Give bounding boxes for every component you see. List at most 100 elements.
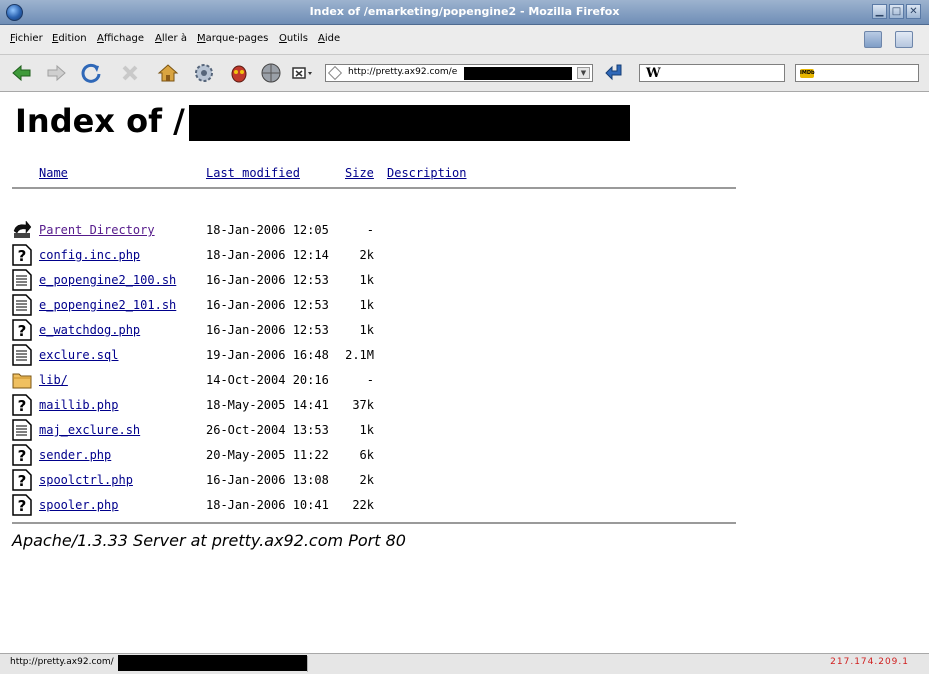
table-row: e_popengine2_101.sh 16-Jan-2006 12:53 1k — [12, 294, 732, 323]
column-description-link[interactable]: Description — [387, 166, 466, 180]
server-signature: Apache/1.3.33 Server at pretty.ax92.com … — [12, 531, 406, 550]
globe-icon[interactable] — [259, 61, 283, 85]
svg-text:?: ? — [18, 472, 27, 490]
unknown-file-icon[interactable]: ? — [12, 494, 32, 516]
menu-bar: Fichier Edition Affichage Aller à Marque… — [0, 25, 929, 55]
menu-fichier[interactable]: Fichier — [10, 33, 43, 44]
file-modified: 18-Jan-2006 12:05 — [206, 223, 329, 237]
svg-text:?: ? — [18, 497, 27, 515]
folder-icon[interactable] — [12, 369, 32, 391]
wikipedia-icon[interactable]: W — [646, 66, 661, 81]
go-arrow-icon[interactable] — [603, 61, 627, 85]
unknown-file-icon[interactable]: ? — [12, 319, 32, 341]
menu-aller-a[interactable]: Aller à — [155, 33, 187, 44]
file-modified: 18-Jan-2006 12:14 — [206, 248, 329, 262]
svg-text:?: ? — [18, 247, 27, 265]
url-bar[interactable]: http://pretty.ax92.com/e ▼ — [325, 64, 593, 82]
file-modified: 19-Jan-2006 16:48 — [206, 348, 329, 362]
text-file-icon[interactable] — [12, 344, 32, 366]
file-modified: 16-Jan-2006 12:53 — [206, 298, 329, 312]
column-modified-link[interactable]: Last modified — [206, 166, 300, 180]
file-size: 1k — [359, 273, 374, 287]
window-title: Index of /emarketing/popengine2 - Mozill… — [309, 5, 620, 18]
menu-edition[interactable]: Edition — [52, 33, 87, 44]
status-ip: 217.174.209.1 — [830, 657, 909, 667]
page-title: Index of / — [15, 102, 185, 140]
file-modified: 14-Oct-2004 20:16 — [206, 373, 329, 387]
column-name-link[interactable]: Name — [39, 166, 68, 180]
status-bar: http://pretty.ax92.com/ 217.174.209.1 — [0, 653, 929, 674]
file-size: - — [366, 373, 374, 387]
gear-icon[interactable] — [192, 61, 216, 85]
divider — [12, 187, 736, 189]
text-file-icon[interactable] — [12, 294, 32, 316]
file-size: 37k — [352, 398, 374, 412]
page-content: Index of / Name Last modified Size Descr… — [0, 92, 929, 653]
minimize-button[interactable]: ▁ — [872, 4, 887, 19]
imdb-icon[interactable]: IMDb — [800, 69, 815, 78]
text-file-icon[interactable] — [12, 419, 32, 441]
back-arrow-icon[interactable] — [10, 61, 34, 85]
table-row: ? spooler.php 18-Jan-2006 10:41 22k — [12, 494, 732, 523]
table-row: maj_exclure.sh 26-Oct-2004 13:53 1k — [12, 419, 732, 448]
wikipedia-search-field[interactable]: W — [639, 64, 785, 82]
file-link[interactable]: config.inc.php — [39, 248, 140, 262]
unknown-file-icon[interactable]: ? — [12, 444, 32, 466]
file-link[interactable]: e_popengine2_101.sh — [39, 298, 176, 312]
block-popup-icon[interactable] — [290, 61, 314, 85]
close-button[interactable]: ✕ — [906, 4, 921, 19]
url-text: http://pretty.ax92.com/e — [348, 67, 458, 77]
svg-text:?: ? — [18, 447, 27, 465]
file-link[interactable]: spooler.php — [39, 498, 118, 512]
bookmark-add-icon[interactable] — [895, 31, 913, 48]
file-link[interactable]: maillib.php — [39, 398, 118, 412]
redacted-block — [118, 655, 307, 671]
unknown-file-icon[interactable]: ? — [12, 244, 32, 266]
imdb-search-field[interactable]: IMDb — [795, 64, 919, 82]
menu-affichage[interactable]: Affichage — [97, 33, 144, 44]
menu-outils[interactable]: Outils — [279, 33, 308, 44]
file-size: - — [366, 223, 374, 237]
file-modified: 18-May-2005 14:41 — [206, 398, 329, 412]
file-size: 1k — [359, 423, 374, 437]
reload-icon[interactable] — [79, 61, 103, 85]
sidebar-toggle-icon[interactable] — [864, 31, 882, 48]
svg-text:?: ? — [18, 397, 27, 415]
file-link[interactable]: lib/ — [39, 373, 68, 387]
file-modified: 20-May-2005 11:22 — [206, 448, 329, 462]
stop-icon[interactable] — [118, 61, 142, 85]
home-icon[interactable] — [156, 61, 180, 85]
file-link[interactable]: spoolctrl.php — [39, 473, 133, 487]
navigation-toolbar: http://pretty.ax92.com/e ▼ W IMDb — [0, 55, 929, 92]
file-link[interactable]: e_popengine2_100.sh — [39, 273, 176, 287]
unknown-file-icon[interactable]: ? — [12, 469, 32, 491]
file-modified: 16-Jan-2006 12:53 — [206, 323, 329, 337]
maximize-button[interactable]: □ — [889, 4, 904, 19]
file-link[interactable]: Parent Directory — [39, 223, 155, 237]
menu-marque-pages[interactable]: Marque-pages — [197, 33, 268, 44]
file-size: 22k — [352, 498, 374, 512]
table-row: e_popengine2_100.sh 16-Jan-2006 12:53 1k — [12, 269, 732, 298]
page-icon — [327, 65, 343, 81]
forward-arrow-icon[interactable] — [44, 61, 68, 85]
back-icon[interactable] — [12, 219, 32, 241]
file-size: 1k — [359, 323, 374, 337]
divider — [12, 522, 736, 524]
bug-icon[interactable] — [227, 61, 251, 85]
file-link[interactable]: e_watchdog.php — [39, 323, 140, 337]
file-link[interactable]: sender.php — [39, 448, 111, 462]
table-row: ? config.inc.php 18-Jan-2006 12:14 2k — [12, 244, 732, 273]
table-row: exclure.sql 19-Jan-2006 16:48 2.1M — [12, 344, 732, 373]
window-titlebar[interactable]: Index of /emarketing/popengine2 - Mozill… — [0, 0, 929, 25]
unknown-file-icon[interactable]: ? — [12, 394, 32, 416]
table-row: Parent Directory 18-Jan-2006 12:05 - — [12, 220, 732, 248]
file-modified: 16-Jan-2006 13:08 — [206, 473, 329, 487]
table-row: ? maillib.php 18-May-2005 14:41 37k — [12, 394, 732, 423]
column-size-link[interactable]: Size — [345, 166, 374, 180]
menu-aide[interactable]: Aide — [318, 33, 340, 44]
text-file-icon[interactable] — [12, 269, 32, 291]
status-separator — [307, 656, 308, 672]
file-link[interactable]: exclure.sql — [39, 348, 118, 362]
url-dropdown-icon[interactable]: ▼ — [577, 67, 590, 79]
file-link[interactable]: maj_exclure.sh — [39, 423, 140, 437]
